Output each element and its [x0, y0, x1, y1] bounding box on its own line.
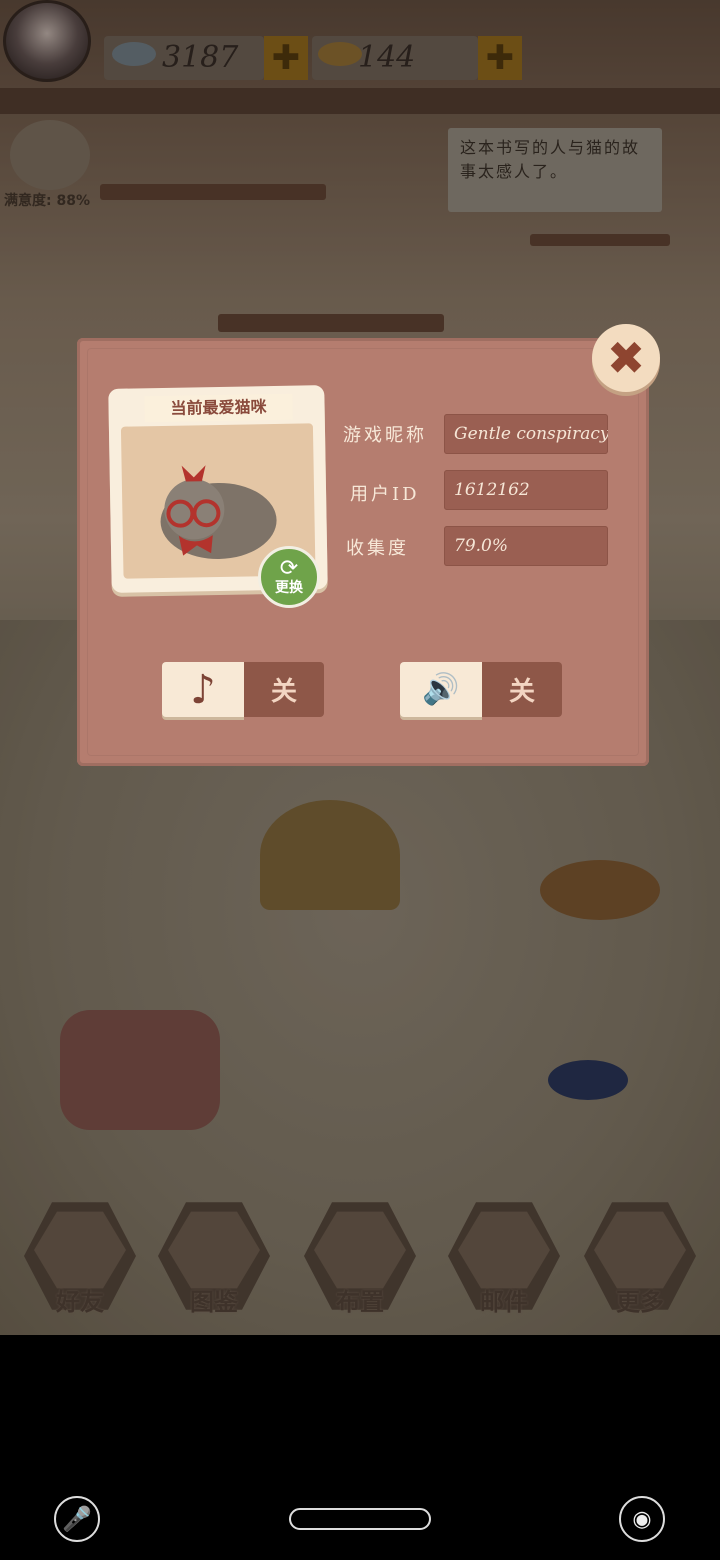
nickname-label: 游戏昵称: [343, 425, 427, 446]
collection-field: 79.0%: [444, 526, 608, 566]
sound-toggle[interactable]: 🔊 关: [400, 662, 562, 717]
music-toggle[interactable]: ♪ 关: [162, 662, 324, 717]
eye-button[interactable]: ◉: [619, 1496, 665, 1542]
eye-icon: ◉: [632, 1506, 652, 1532]
close-icon: ✖: [606, 331, 646, 385]
sound-state: 关: [482, 662, 562, 717]
music-state: 关: [244, 662, 324, 717]
close-button[interactable]: ✖: [592, 324, 660, 392]
home-gesture-bar[interactable]: [289, 1508, 431, 1530]
swap-label: 更换: [275, 580, 303, 596]
speaker-icon: 🔊: [400, 662, 482, 717]
collection-label: 收集度: [346, 538, 409, 559]
nickname-field: Gentle conspiracy: [444, 414, 608, 454]
microphone-icon: 🎤: [62, 1505, 92, 1533]
swap-cat-button[interactable]: ⟳ 更换: [258, 546, 320, 608]
microphone-button[interactable]: 🎤: [54, 1496, 100, 1542]
music-note-icon: ♪: [162, 662, 244, 717]
refresh-icon: ⟳: [279, 556, 299, 581]
favorite-cat-title: 当前最爱猫咪: [144, 393, 293, 423]
user-id-field: 1612162: [444, 470, 608, 510]
user-id-label: 用户ID: [350, 484, 420, 505]
